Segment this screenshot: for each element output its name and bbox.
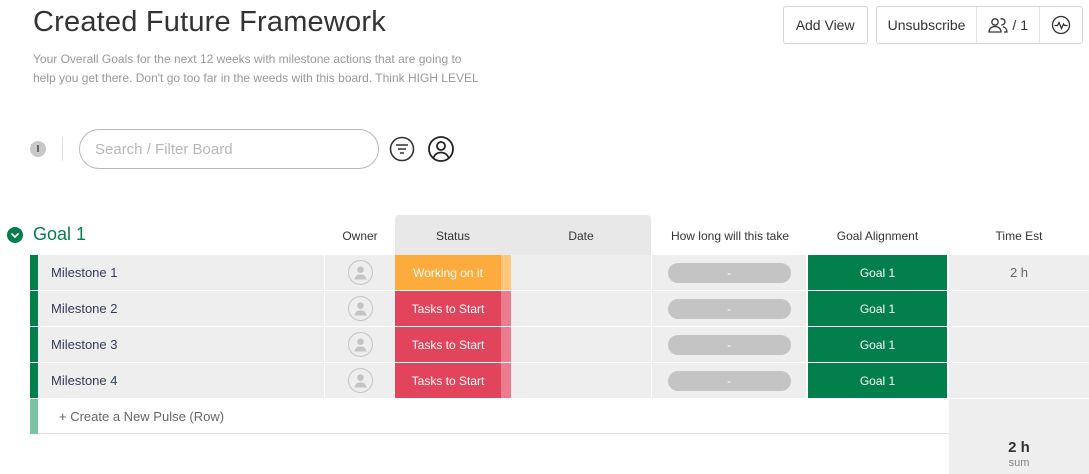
- goal-alignment-cell[interactable]: Goal 1: [808, 363, 947, 398]
- how-long-cell[interactable]: -: [652, 363, 806, 398]
- activity-button[interactable]: [1040, 7, 1082, 43]
- status-tail: [501, 291, 511, 326]
- time-est-empty-cell: [949, 399, 1089, 434]
- row-color-edge: [30, 363, 38, 398]
- how-long-pill: -: [667, 334, 791, 355]
- header-actions: Add View Unsubscribe / 1: [782, 6, 1083, 44]
- how-long-pill: -: [667, 262, 791, 283]
- column-header-time-est[interactable]: Time Est: [949, 215, 1089, 255]
- row-color-edge: [30, 399, 38, 434]
- table-row[interactable]: Milestone 1 Working on it - Goal 1 2 h: [30, 255, 1089, 290]
- avatar-placeholder-icon: [347, 368, 373, 393]
- status-cell[interactable]: Working on it: [395, 255, 501, 290]
- toolbar-divider: [62, 137, 63, 161]
- column-header-owner[interactable]: Owner: [325, 215, 395, 255]
- date-cell[interactable]: [511, 291, 651, 326]
- group-title[interactable]: Goal 1: [33, 224, 86, 245]
- how-long-pill: -: [667, 298, 791, 319]
- board-actions-group: Unsubscribe / 1: [875, 6, 1083, 44]
- time-est-cell[interactable]: [949, 327, 1089, 362]
- time-est-cell[interactable]: [949, 363, 1089, 398]
- row-color-edge: [30, 255, 38, 290]
- create-new-pulse-label[interactable]: + Create a New Pulse (Row): [59, 399, 224, 434]
- avatar-placeholder-icon: [347, 260, 373, 285]
- owner-cell[interactable]: [325, 291, 395, 326]
- row-name[interactable]: Milestone 2: [38, 291, 324, 326]
- group-collapse-toggle[interactable]: [7, 227, 23, 243]
- how-long-pill: -: [667, 370, 791, 391]
- create-new-pulse-row[interactable]: + Create a New Pulse (Row): [30, 399, 1089, 434]
- add-view-button[interactable]: Add View: [782, 6, 868, 44]
- table-row[interactable]: Milestone 4 Tasks to Start - Goal 1: [30, 363, 1089, 398]
- status-tail: [501, 363, 511, 398]
- status-cell[interactable]: Tasks to Start: [395, 291, 501, 326]
- members-count: / 1: [1012, 17, 1028, 33]
- table-row[interactable]: Milestone 3 Tasks to Start - Goal 1: [30, 327, 1089, 362]
- column-header-goal-alignment[interactable]: Goal Alignment: [808, 215, 947, 255]
- goal-alignment-cell[interactable]: Goal 1: [808, 291, 947, 326]
- board-title[interactable]: Created Future Framework: [33, 6, 386, 39]
- status-cell[interactable]: Tasks to Start: [395, 363, 501, 398]
- owner-cell[interactable]: [325, 255, 395, 290]
- status-tail: [501, 255, 511, 290]
- activity-icon: [1051, 15, 1071, 35]
- members-button[interactable]: / 1: [977, 7, 1040, 43]
- search-input[interactable]: [79, 129, 379, 169]
- how-long-cell[interactable]: -: [652, 291, 806, 326]
- owner-cell[interactable]: [325, 363, 395, 398]
- avatar-placeholder-icon: [347, 296, 373, 321]
- time-est-cell[interactable]: [949, 291, 1089, 326]
- info-icon[interactable]: I: [30, 141, 46, 157]
- column-header-how-long[interactable]: How long will this take: [652, 215, 808, 255]
- unsubscribe-label: Unsubscribe: [887, 17, 966, 33]
- board-description[interactable]: Your Overall Goals for the next 12 weeks…: [33, 50, 483, 88]
- table-row[interactable]: Milestone 2 Tasks to Start - Goal 1: [30, 291, 1089, 326]
- status-tail: [501, 327, 511, 362]
- time-est-cell[interactable]: 2 h: [949, 255, 1089, 290]
- row-divider: [38, 433, 949, 434]
- filter-icon[interactable]: [388, 135, 416, 163]
- how-long-cell[interactable]: -: [652, 255, 806, 290]
- chevron-down-icon: [10, 232, 20, 239]
- person-filter-icon[interactable]: [427, 135, 455, 163]
- board-toolbar: I: [30, 129, 455, 169]
- column-header-status[interactable]: Status: [395, 215, 511, 255]
- goal-alignment-cell[interactable]: Goal 1: [808, 255, 947, 290]
- unsubscribe-button[interactable]: Unsubscribe: [877, 7, 978, 43]
- date-cell[interactable]: [511, 327, 651, 362]
- column-header-date[interactable]: Date: [511, 215, 651, 255]
- time-est-sum-label: sum: [1008, 457, 1030, 469]
- date-cell[interactable]: [511, 255, 651, 290]
- time-est-sum-value: 2 h: [1008, 439, 1030, 456]
- row-color-edge: [30, 327, 38, 362]
- how-long-cell[interactable]: -: [652, 327, 806, 362]
- row-name[interactable]: Milestone 3: [38, 327, 324, 362]
- goal-alignment-cell[interactable]: Goal 1: [808, 327, 947, 362]
- people-icon: [988, 17, 1009, 33]
- date-cell[interactable]: [511, 363, 651, 398]
- status-cell[interactable]: Tasks to Start: [395, 327, 501, 362]
- row-color-edge: [30, 291, 38, 326]
- row-name[interactable]: Milestone 1: [38, 255, 324, 290]
- owner-cell[interactable]: [325, 327, 395, 362]
- avatar-placeholder-icon: [347, 332, 373, 357]
- time-est-summary: 2 h sum: [949, 434, 1089, 474]
- row-name[interactable]: Milestone 4: [38, 363, 324, 398]
